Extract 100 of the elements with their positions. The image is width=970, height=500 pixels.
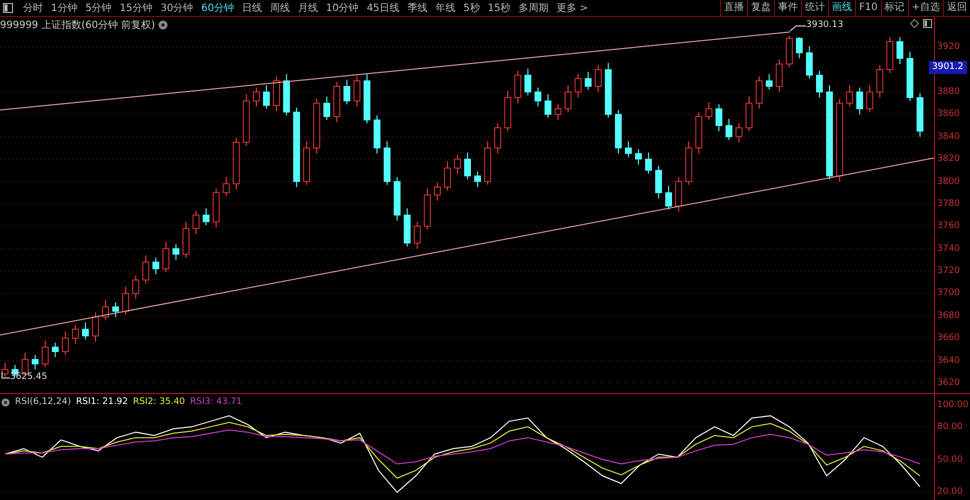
candlestick — [434, 182, 441, 202]
candlestick — [856, 87, 864, 115]
axis-label: 3920 — [937, 41, 960, 54]
candlestick — [102, 300, 109, 321]
axis-label: 3700 — [937, 287, 960, 300]
toolbar-button[interactable]: 返回 — [943, 0, 970, 16]
leader-line — [2, 372, 10, 378]
period-tab[interactable]: 15秒 — [484, 1, 515, 15]
chart-title: 999999 上证指数(60分钟 前复权) — [0, 18, 156, 32]
period-tab[interactable]: 月线 — [294, 1, 322, 15]
candlestick — [574, 74, 582, 98]
axis-label: 3740 — [937, 242, 960, 255]
candlestick — [42, 340, 49, 368]
candlestick — [333, 81, 340, 123]
period-tab[interactable]: 30分钟 — [156, 1, 198, 15]
toolbar-button[interactable]: 统计 — [801, 0, 828, 16]
legend-label: RSI3: 43.71 — [190, 397, 242, 407]
candlestick — [62, 330, 69, 356]
period-tab[interactable]: 年线 — [431, 1, 460, 15]
period-tab[interactable]: 多周期 — [514, 1, 553, 15]
period-tab[interactable]: 10分钟 — [322, 1, 363, 15]
panel-icon[interactable] — [3, 3, 13, 13]
candlestick — [82, 322, 89, 340]
candlestick — [705, 102, 712, 120]
candlestick — [132, 275, 140, 300]
axis-label: 3760 — [937, 220, 960, 232]
high-price-label: 3930.13 — [806, 20, 844, 30]
candlestick — [514, 70, 522, 104]
candlestick — [364, 74, 370, 124]
candlestick — [222, 176, 230, 197]
candlestick — [796, 36, 803, 59]
candlestick — [283, 74, 290, 116]
candlestick — [886, 36, 894, 74]
candlestick — [252, 87, 260, 108]
diamond-icon[interactable] — [910, 19, 919, 28]
candlestick — [776, 59, 783, 92]
period-tab[interactable]: 1分钟 — [47, 1, 82, 15]
axis-label: 3840 — [937, 130, 960, 143]
candlestick — [484, 140, 492, 186]
period-tab[interactable]: 45日线 — [362, 1, 404, 15]
candlestick — [142, 254, 150, 284]
axis-label: 3680 — [937, 310, 960, 322]
toolbar-button[interactable]: 画线 — [828, 0, 856, 16]
candlestick — [806, 46, 813, 80]
candlestick — [866, 84, 874, 113]
candlestick — [112, 302, 119, 318]
toolbar-button[interactable]: 标记 — [880, 0, 908, 16]
period-tab[interactable]: 5秒 — [459, 1, 484, 15]
candlestick — [424, 188, 431, 230]
axis-label: 3800 — [937, 176, 960, 188]
settings-icon[interactable] — [1, 398, 10, 406]
legend-label: RSI1: 21.92 — [76, 397, 128, 407]
candlestick — [876, 64, 884, 98]
candlestick — [675, 176, 682, 212]
candlestick — [202, 208, 210, 226]
candlestick — [323, 96, 330, 120]
candlestick — [404, 208, 411, 247]
candlestick — [695, 112, 702, 154]
candlestick — [604, 62, 612, 118]
legend-label: RSI2: 35.40 — [133, 397, 186, 407]
period-tab[interactable]: 分时 — [19, 1, 47, 15]
candlestick — [564, 84, 572, 113]
axis-label: 3720 — [937, 265, 960, 278]
period-tab[interactable]: 日线 — [238, 1, 266, 15]
last-price-tag: 3901.2 — [929, 61, 966, 74]
period-tab[interactable]: 60分钟 — [197, 1, 238, 15]
candlestick — [594, 64, 602, 92]
toolbar-button[interactable]: 事件 — [774, 0, 802, 16]
panel-icon[interactable] — [923, 19, 932, 28]
period-tab[interactable]: 更多 > — [552, 1, 592, 15]
axis-label: 3820 — [937, 153, 960, 166]
period-tab[interactable]: 周线 — [266, 1, 294, 15]
candlestick — [263, 84, 270, 110]
settings-icon[interactable] — [158, 20, 168, 30]
candlestick — [645, 152, 652, 174]
toolbar-button[interactable]: F10 — [855, 0, 881, 16]
trend-line[interactable] — [0, 32, 790, 110]
period-tab[interactable]: 5分钟 — [81, 1, 116, 15]
toolbar-button[interactable]: 复盘 — [747, 0, 774, 16]
toolbar-button[interactable]: 直播 — [720, 0, 748, 16]
axis-label: 3880 — [937, 86, 960, 98]
period-tab[interactable]: 15分钟 — [116, 1, 156, 15]
candlestick — [92, 312, 99, 342]
candlestick — [716, 104, 722, 132]
candlestick — [374, 114, 380, 154]
candlestick — [494, 122, 502, 154]
candlestick — [726, 118, 732, 141]
period-tab[interactable]: 季线 — [403, 1, 432, 15]
low-price-label: 3625.45 — [10, 372, 48, 382]
candlestick — [212, 188, 220, 228]
candlestick — [303, 140, 310, 186]
toolbar-button[interactable]: +自选 — [908, 0, 943, 16]
candlestick — [665, 185, 672, 210]
candlestick — [614, 109, 622, 154]
candlestick — [916, 92, 924, 138]
axis-label: 3780 — [937, 198, 960, 210]
candlestick — [273, 76, 280, 112]
candlestick — [232, 137, 240, 190]
candlestick — [354, 76, 360, 108]
axis-label: 50.00 — [937, 454, 963, 466]
